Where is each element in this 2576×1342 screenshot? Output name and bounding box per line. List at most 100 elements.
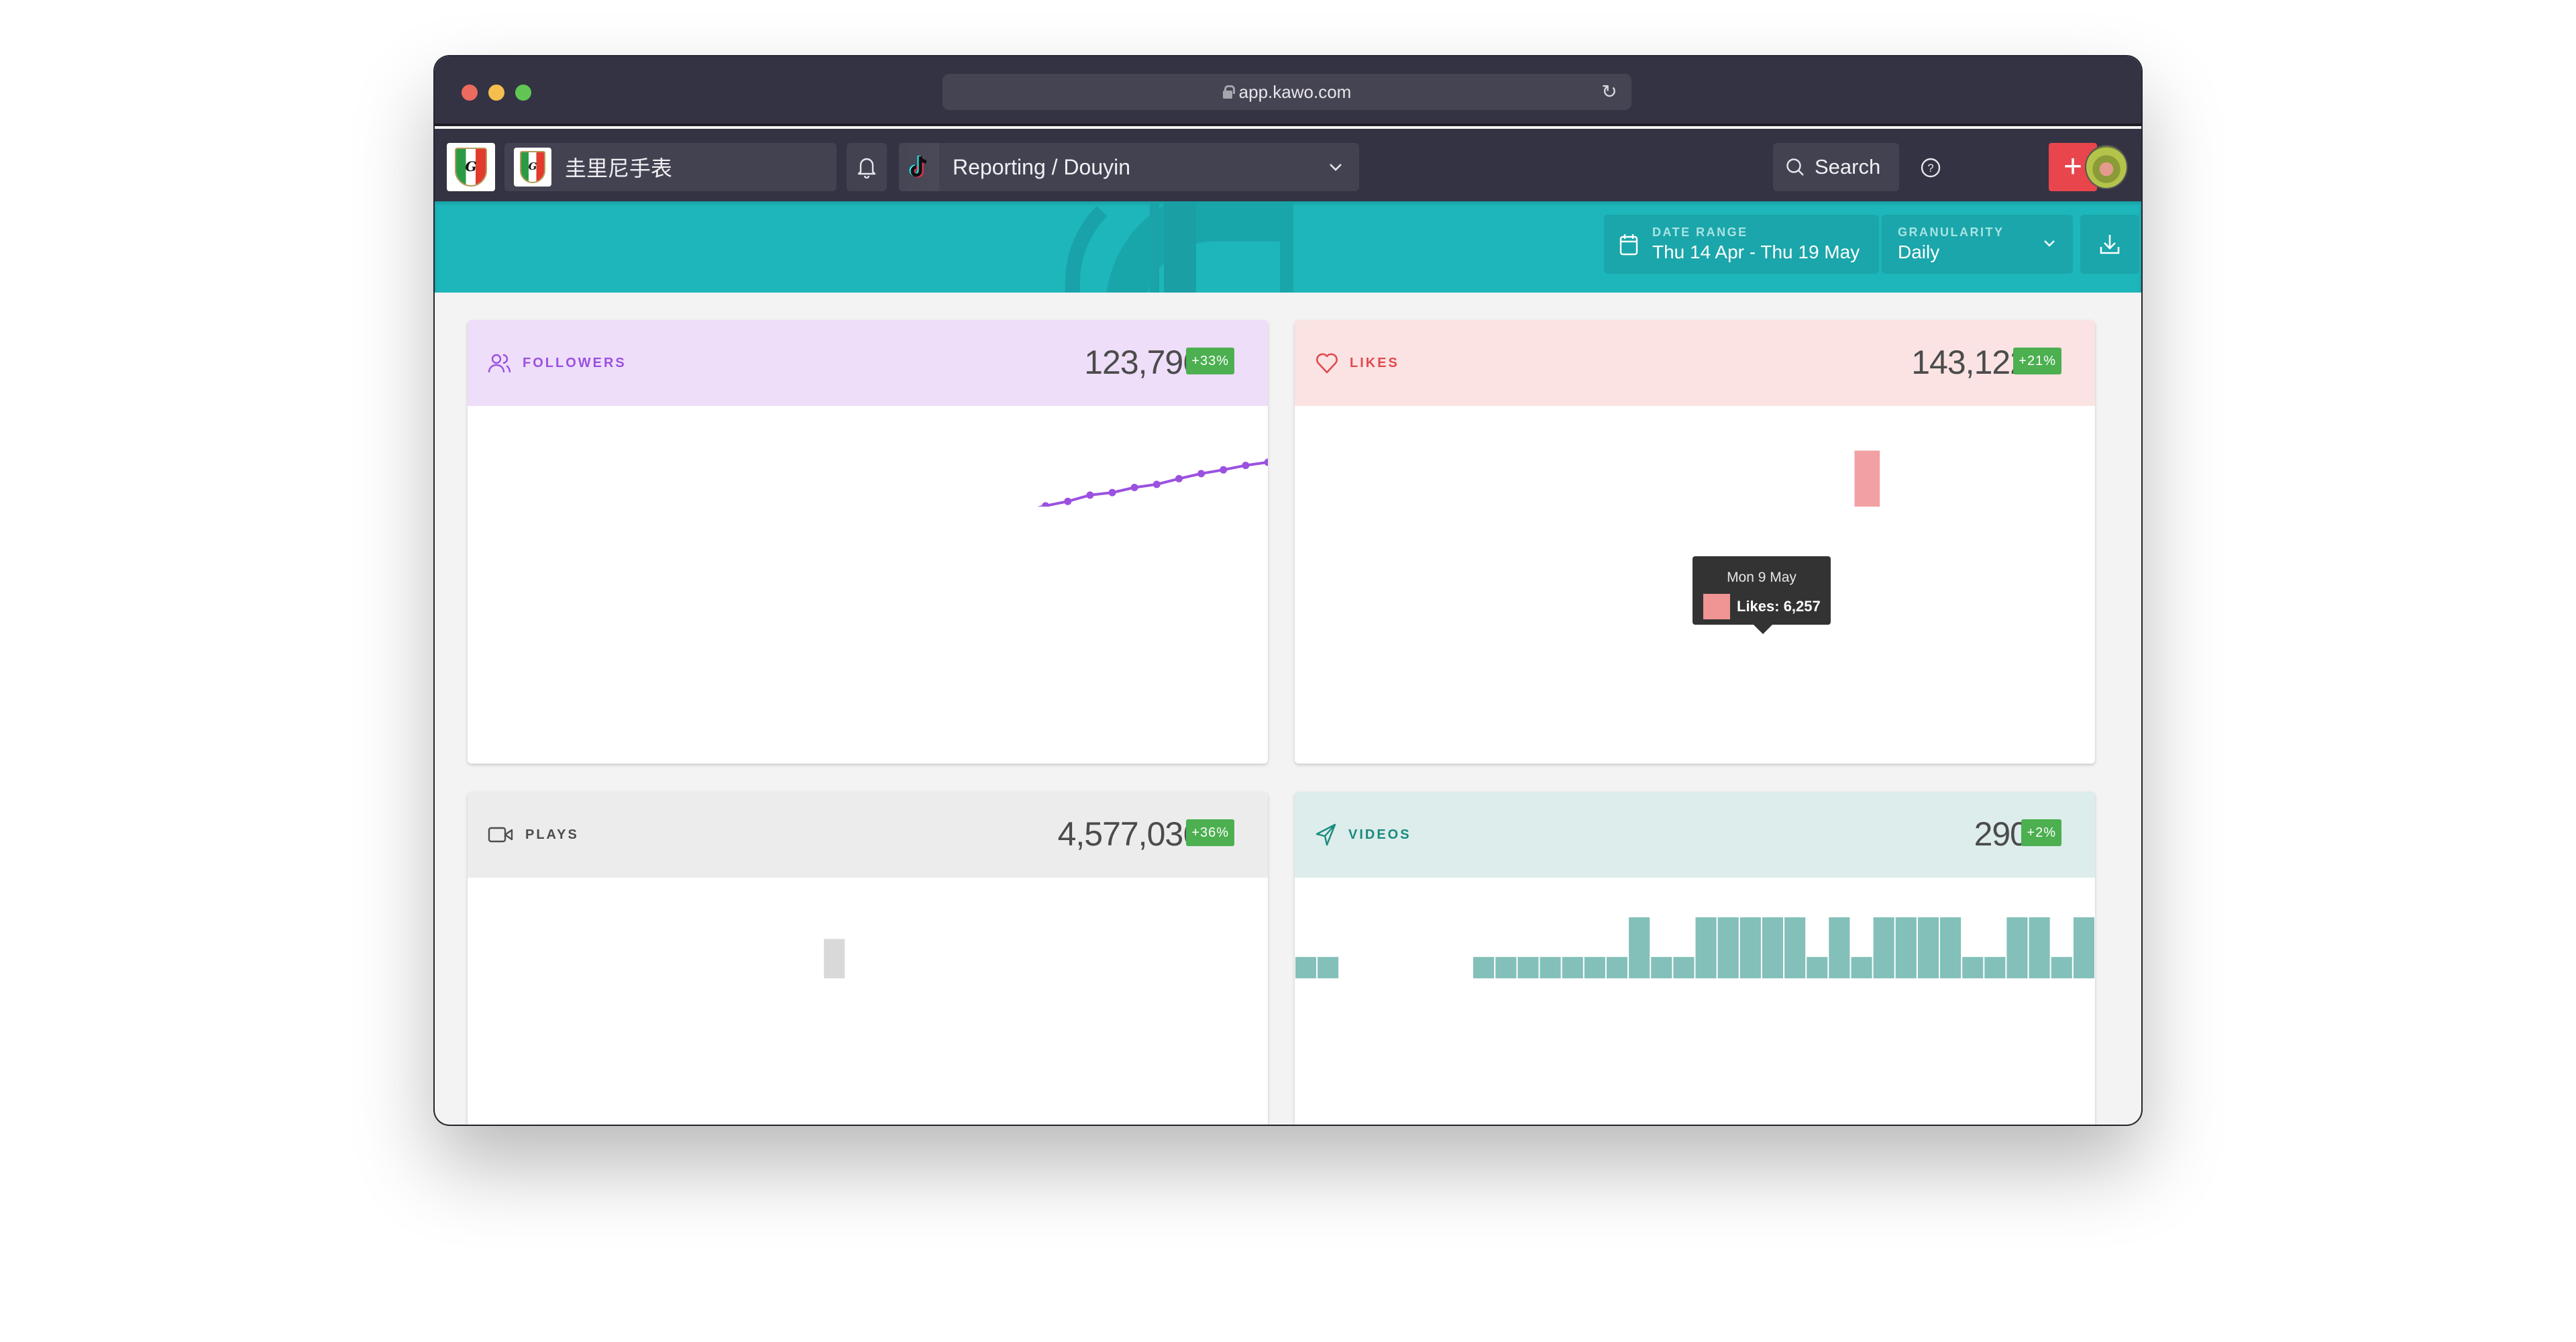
report-selector[interactable]: Reporting / Douyin [899, 143, 1359, 191]
granularity-select[interactable]: GRANULARITY Daily [1882, 215, 2073, 274]
help-icon[interactable]: ? [1916, 153, 1945, 183]
notifications-button[interactable] [847, 143, 887, 191]
app-logo[interactable] [447, 143, 495, 191]
videos-bar[interactable] [1962, 957, 1984, 978]
tooltip-swatch [1703, 594, 1730, 619]
videos-bar[interactable] [1673, 957, 1695, 978]
followers-point[interactable] [1220, 466, 1228, 474]
followers-point[interactable] [1130, 484, 1138, 492]
videos-card: VIDEOS 290 +2% [1295, 792, 2095, 1125]
brand-avatar [514, 148, 551, 187]
followers-point[interactable] [1086, 491, 1094, 499]
videos-bar[interactable] [1606, 957, 1627, 978]
user-avatar[interactable] [2085, 145, 2128, 189]
search-button[interactable]: Search [1773, 143, 1899, 191]
videos-bar[interactable] [1940, 917, 1962, 978]
videos-bar[interactable] [1917, 917, 1939, 978]
videos-bar[interactable] [1517, 957, 1539, 978]
likes-bar[interactable] [1854, 450, 1880, 507]
brand-name: 圭里尼手表 [565, 156, 673, 180]
likes-card: LIKES 143,122 +21% [1295, 320, 2095, 764]
videos-bar[interactable] [1873, 917, 1894, 978]
videos-bar[interactable] [1540, 957, 1561, 978]
brand-switcher[interactable]: 圭里尼手表 [504, 143, 837, 191]
date-range-label: DATE RANGE [1652, 225, 1748, 239]
heart-icon [1316, 353, 1338, 374]
videos-bar[interactable] [1717, 917, 1739, 978]
followers-point[interactable] [1108, 488, 1116, 497]
videos-bar[interactable] [1629, 917, 1650, 978]
granularity-value: Daily [1898, 242, 1940, 262]
banner-decoration [1164, 201, 1196, 293]
videos-bar[interactable] [1984, 957, 2006, 978]
videos-bar[interactable] [1829, 917, 1850, 978]
videos-bar[interactable] [1695, 917, 1717, 978]
followers-point[interactable] [1264, 458, 1269, 466]
maximize-window-button[interactable] [515, 85, 531, 101]
videos-bar[interactable] [1762, 917, 1783, 978]
plays-change-badge: +36% [1186, 819, 1234, 846]
followers-card: FOLLOWERS 123,796 +33% [468, 320, 1268, 764]
plays-bar-chart[interactable] [468, 878, 1268, 978]
likes-bar-chart[interactable] [1295, 406, 2095, 507]
plays-card-header: PLAYS 4,577,036 +36% [468, 792, 1268, 878]
videos-bar[interactable] [1651, 957, 1672, 978]
videos-bar[interactable] [1807, 957, 1828, 978]
videos-bar[interactable] [1739, 917, 1761, 978]
browser-window: app.kawo.com ↻ 圭里尼手表 Reporting / Douyin … [435, 56, 2141, 1125]
video-camera-icon [488, 827, 513, 843]
reload-icon[interactable]: ↻ [1599, 82, 1619, 102]
videos-bar[interactable] [1784, 917, 1806, 978]
minimize-window-button[interactable] [488, 85, 504, 101]
videos-bar[interactable] [1473, 957, 1495, 978]
followers-point[interactable] [1197, 470, 1205, 478]
chart-tooltip: Mon 9 May Likes: 6,257 [1693, 556, 1831, 634]
followers-point[interactable] [1242, 462, 1250, 470]
users-icon [488, 354, 511, 373]
download-button[interactable] [2080, 215, 2139, 274]
tooltip-value: Likes: 6,257 [1737, 598, 1821, 615]
videos-title: VIDEOS [1348, 827, 1411, 842]
followers-point[interactable] [1064, 497, 1072, 505]
close-window-button[interactable] [462, 85, 478, 101]
videos-bar[interactable] [2029, 917, 2050, 978]
address-bar[interactable]: app.kawo.com ↻ [943, 74, 1631, 110]
followers-point[interactable] [1175, 474, 1183, 482]
bell-icon [857, 158, 876, 178]
videos-bar[interactable] [1318, 957, 1339, 978]
douyin-logo-icon [899, 143, 939, 191]
plays-title: PLAYS [525, 827, 579, 842]
videos-bar[interactable] [2006, 917, 2028, 978]
followers-line [1036, 460, 1268, 507]
videos-bar[interactable] [2051, 957, 2072, 978]
videos-bar[interactable] [1584, 957, 1605, 978]
followers-line-chart[interactable] [468, 406, 1268, 507]
chevron-down-icon [2044, 240, 2055, 247]
date-range-picker[interactable]: DATE RANGE Thu 14 Apr - Thu 19 May [1604, 215, 1879, 274]
videos-bar-chart[interactable] [1295, 878, 2095, 978]
videos-bar[interactable] [1495, 957, 1517, 978]
granularity-label: GRANULARITY [1898, 225, 2004, 239]
calendar-icon [1619, 234, 1638, 256]
plays-total: 4,577,036 [1057, 815, 1201, 853]
filter-banner: DATE RANGE Thu 14 Apr - Thu 19 May GRANU… [435, 201, 2141, 293]
videos-bar[interactable] [2073, 917, 2094, 978]
chevron-down-icon [1330, 164, 1342, 171]
report-selector-label: Reporting / Douyin [953, 154, 1131, 179]
videos-bar[interactable] [1562, 957, 1583, 978]
search-icon [1786, 158, 1804, 176]
videos-bar[interactable] [1295, 957, 1317, 978]
videos-bar[interactable] [1851, 957, 1872, 978]
likes-total: 143,122 [1911, 344, 2029, 381]
followers-card-header: FOLLOWERS 123,796 +33% [468, 320, 1268, 406]
videos-bar[interactable] [1895, 917, 1917, 978]
followers-point[interactable] [1152, 480, 1161, 488]
followers-title: FOLLOWERS [523, 355, 627, 370]
videos-total: 290 [1974, 815, 2029, 853]
followers-point[interactable] [1042, 502, 1050, 507]
plays-bar[interactable] [824, 939, 845, 978]
likes-card-header: LIKES 143,122 +21% [1295, 320, 2095, 406]
videos-change-badge: +2% [2021, 819, 2061, 846]
shield-logo-icon [455, 148, 487, 187]
videos-card-header: VIDEOS 290 +2% [1295, 792, 2095, 878]
